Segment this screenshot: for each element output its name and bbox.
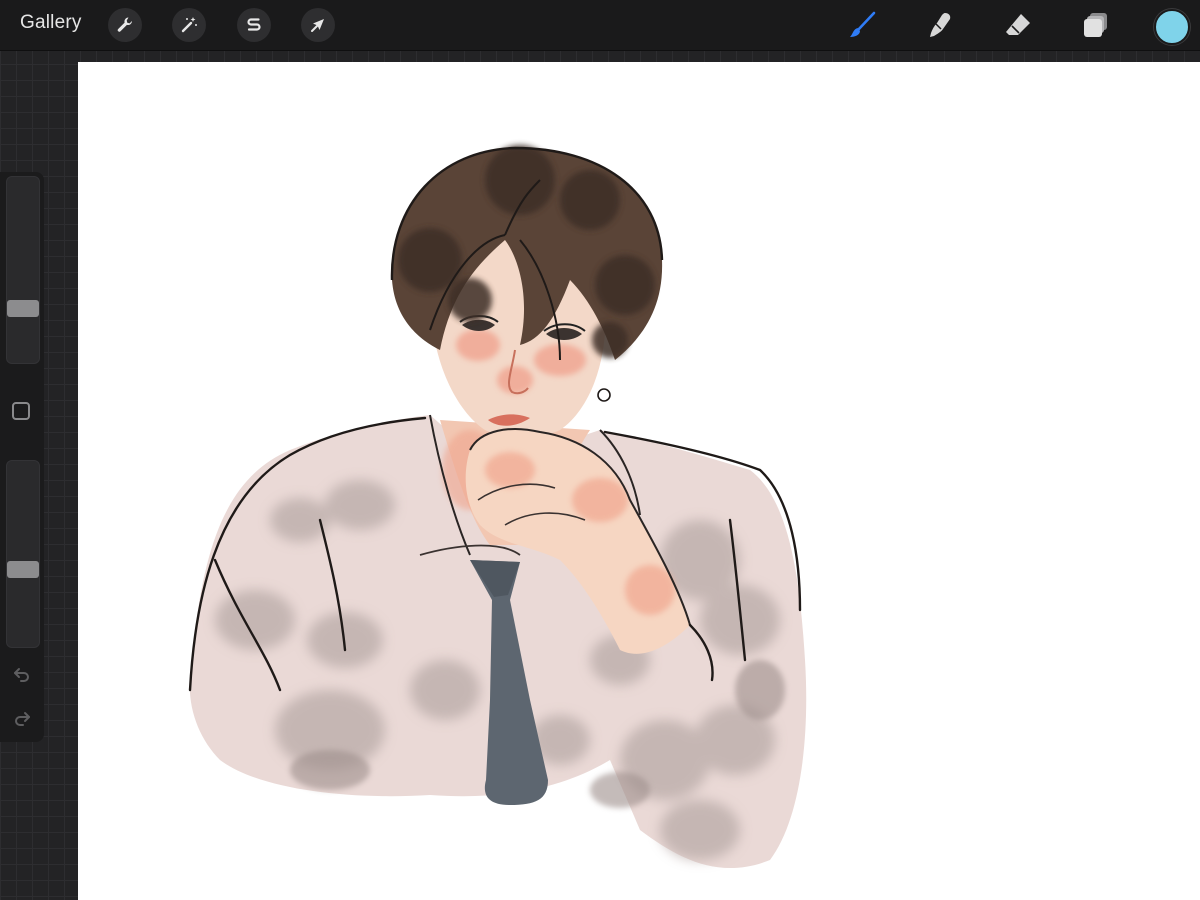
color-swatch[interactable] xyxy=(1154,9,1190,45)
brush-button[interactable] xyxy=(845,8,879,42)
layers-button[interactable] xyxy=(1079,8,1113,42)
portrait-artwork xyxy=(188,145,807,869)
modify-button[interactable] xyxy=(12,402,30,420)
transform-button[interactable] xyxy=(301,8,335,42)
undo-button[interactable] xyxy=(11,664,33,686)
arrow-cursor-icon xyxy=(311,19,324,32)
smudge-finger-icon xyxy=(930,13,951,37)
eraser-button[interactable] xyxy=(1001,8,1035,42)
smudge-button[interactable] xyxy=(923,8,957,42)
selection-button[interactable] xyxy=(237,8,271,42)
top-toolbar: Gallery xyxy=(0,0,1200,51)
adjustments-button[interactable] xyxy=(172,8,206,42)
selection-s-icon xyxy=(247,18,261,31)
gallery-button[interactable]: Gallery xyxy=(20,12,82,34)
undo-arrow-icon xyxy=(14,668,29,682)
eraser-icon xyxy=(1006,14,1030,35)
wrench-icon xyxy=(117,17,133,32)
brush-icon xyxy=(850,11,876,37)
opacity-slider[interactable] xyxy=(6,460,40,648)
left-sidebar xyxy=(0,172,44,742)
brush-size-thumb[interactable] xyxy=(7,300,39,317)
redo-button[interactable] xyxy=(11,708,33,730)
opacity-thumb[interactable] xyxy=(7,561,39,578)
magic-wand-icon xyxy=(181,17,197,33)
redo-arrow-icon xyxy=(15,712,30,726)
brush-size-slider[interactable] xyxy=(6,176,40,364)
actions-button[interactable] xyxy=(108,8,142,42)
drawing-canvas[interactable] xyxy=(78,62,1200,900)
layers-icon xyxy=(1084,13,1107,37)
